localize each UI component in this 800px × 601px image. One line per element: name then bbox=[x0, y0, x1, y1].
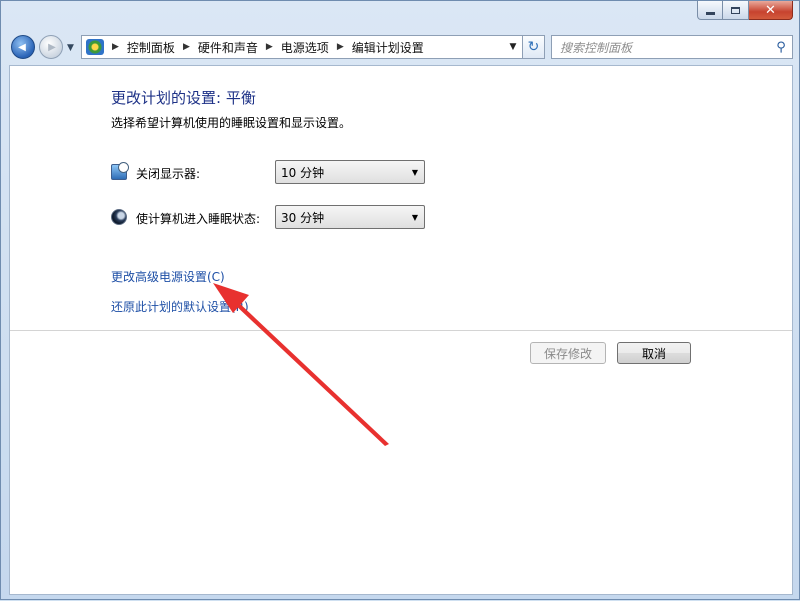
advanced-power-settings-link[interactable]: 更改高级电源设置(C) bbox=[111, 268, 225, 285]
divider bbox=[10, 330, 792, 331]
page-subtitle: 选择希望计算机使用的睡眠设置和显示设置。 bbox=[111, 116, 352, 130]
restore-defaults-link[interactable]: 还原此计划的默认设置(R) bbox=[111, 298, 249, 315]
display-icon bbox=[111, 162, 129, 180]
turn-off-display-label: 关闭显示器: bbox=[136, 167, 201, 181]
refresh-icon: ↻ bbox=[527, 39, 540, 55]
sleep-label: 使计算机进入睡眠状态: bbox=[136, 212, 261, 226]
caption-buttons: ✕ bbox=[697, 1, 793, 20]
breadcrumb-separator-icon[interactable]: ▶ bbox=[337, 42, 344, 52]
back-button[interactable]: ◀ bbox=[11, 35, 35, 59]
close-icon: ✕ bbox=[765, 2, 776, 18]
page-title: 更改计划的设置: 平衡 bbox=[111, 89, 256, 107]
turn-off-display-select[interactable]: 10 分钟 ▼ bbox=[275, 160, 425, 184]
sleep-value: 30 分钟 bbox=[281, 210, 325, 225]
search-placeholder: 搜索控制面板 bbox=[560, 40, 633, 55]
control-panel-window: ✕ ◀ ▶ ▼ ▶ 控制面板 ▶ 硬件和声音 ▶ 电源选项 ▶ 编辑计划设置 ▼… bbox=[0, 0, 800, 600]
breadcrumb-separator-icon[interactable]: ▶ bbox=[183, 42, 190, 52]
control-panel-icon bbox=[86, 39, 104, 55]
forward-button[interactable]: ▶ bbox=[39, 35, 63, 59]
address-bar[interactable]: ▶ 控制面板 ▶ 硬件和声音 ▶ 电源选项 ▶ 编辑计划设置 ▼ bbox=[81, 35, 523, 59]
back-arrow-icon: ◀ bbox=[18, 41, 26, 53]
breadcrumb-hardware-sound[interactable]: 硬件和声音 bbox=[198, 39, 258, 56]
breadcrumb-separator-icon[interactable]: ▶ bbox=[112, 42, 119, 52]
sleep-select[interactable]: 30 分钟 ▼ bbox=[275, 205, 425, 229]
breadcrumb-control-panel[interactable]: 控制面板 bbox=[127, 39, 175, 56]
close-button[interactable]: ✕ bbox=[749, 1, 793, 20]
maximize-button[interactable] bbox=[723, 1, 749, 20]
search-icon[interactable]: ⚲ bbox=[770, 40, 792, 55]
chevron-down-icon: ▼ bbox=[411, 168, 418, 177]
cancel-button[interactable]: 取消 bbox=[617, 342, 691, 364]
refresh-button[interactable]: ↻ bbox=[523, 35, 545, 59]
breadcrumb-separator-icon[interactable]: ▶ bbox=[266, 42, 273, 52]
maximize-icon bbox=[731, 6, 740, 14]
address-dropdown-icon[interactable]: ▼ bbox=[504, 36, 522, 58]
sleep-icon bbox=[111, 209, 127, 225]
save-changes-button[interactable]: 保存修改 bbox=[530, 342, 606, 364]
breadcrumb-power-options[interactable]: 电源选项 bbox=[281, 39, 329, 56]
breadcrumb-edit-plan-settings[interactable]: 编辑计划设置 bbox=[352, 39, 424, 56]
minimize-button[interactable] bbox=[697, 1, 723, 20]
minimize-icon bbox=[705, 11, 715, 15]
navigation-bar: ◀ ▶ ▼ ▶ 控制面板 ▶ 硬件和声音 ▶ 电源选项 ▶ 编辑计划设置 ▼ ↻… bbox=[9, 31, 793, 63]
search-input[interactable]: 搜索控制面板 ⚲ bbox=[551, 35, 793, 59]
recent-pages-dropdown-icon[interactable]: ▼ bbox=[67, 43, 74, 53]
forward-arrow-icon: ▶ bbox=[48, 41, 56, 53]
turn-off-display-value: 10 分钟 bbox=[281, 165, 325, 180]
content-panel: 更改计划的设置: 平衡 选择希望计算机使用的睡眠设置和显示设置。 关闭显示器: … bbox=[9, 65, 793, 595]
chevron-down-icon: ▼ bbox=[411, 213, 418, 222]
